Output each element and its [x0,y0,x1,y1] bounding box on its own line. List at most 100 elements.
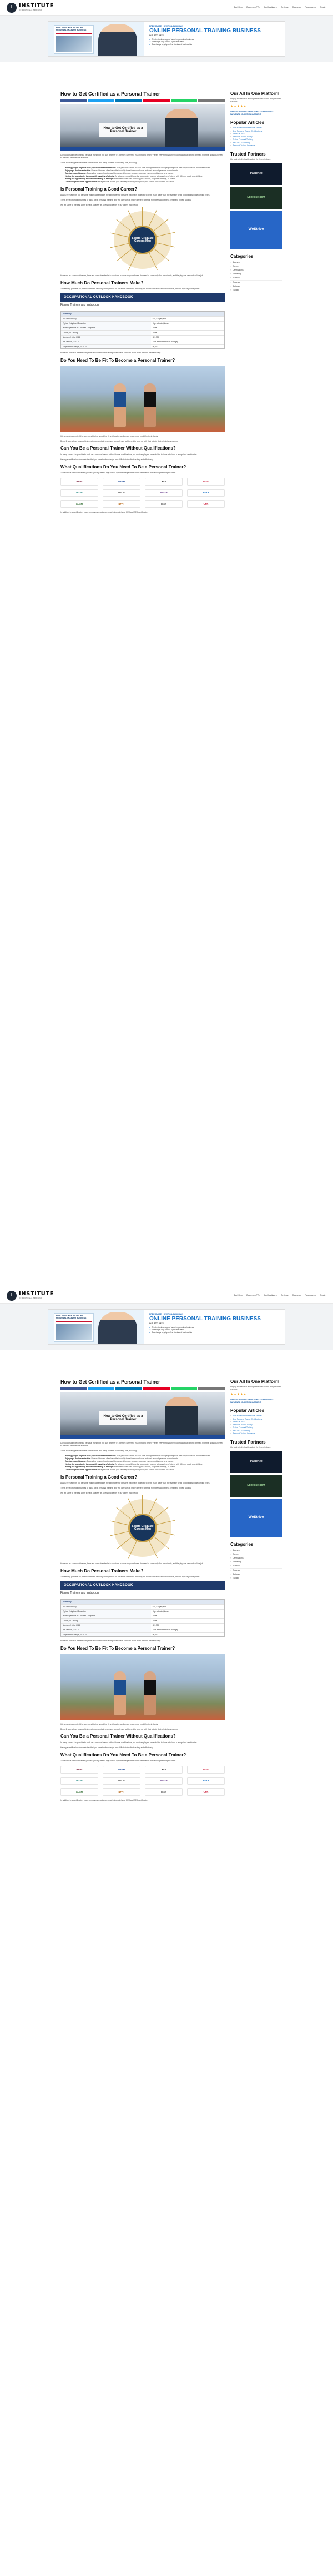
linkedin-share-button[interactable] [115,99,143,103]
site-header: I INSTITUTE OF PERSONAL TRAINING Start H… [0,1288,333,1304]
careers-map-label: Sports Graduate Careers Map [132,1524,154,1531]
whatsapp-share-button[interactable] [170,1387,198,1391]
facebook-share-button[interactable] [60,1387,87,1391]
category-link[interactable]: Training [230,288,282,292]
category-link[interactable]: Nutrition [230,276,282,281]
category-link[interactable]: Software [230,284,282,288]
ooh-row: Work Experience in a Related Occupation N… [61,1613,224,1619]
nav-item[interactable]: About ▾ [320,1294,326,1297]
nav-item[interactable]: Certifications ▾ [264,6,277,9]
nav-item[interactable]: Reviews [281,1294,289,1297]
popular-article-link[interactable]: Personal Trainer Insurance [230,144,282,148]
pinterest-share-button[interactable] [143,99,170,103]
banner-subtitle: IN JUST 7 DAYS [149,1322,164,1325]
guide-cover-title: HOW TO LAUNCH AN ONLINE PERSONAL TRAININ… [56,1315,87,1319]
certification-logo: NSCA [103,1776,140,1785]
partner-ad[interactable]: trainerize [230,162,282,185]
popular-article-link[interactable]: Personal Trainer Insurance [230,1432,282,1436]
certification-logo: ISSA [187,1765,225,1774]
category-link[interactable]: Marketing [230,1560,282,1565]
ooh-key: Number of Jobs, 2021 [61,335,151,340]
ooh-row: 2021 Median Pay $40,700 per year [61,1604,224,1609]
nav-item[interactable]: Certifications ▾ [264,1294,277,1297]
pinterest-share-button[interactable] [143,1387,170,1391]
benefit-bold: Helping people improve their physical he… [65,1455,117,1457]
nav-item[interactable]: Resources ▾ [305,6,316,9]
benefit-text: As a personal trainer, you will have the… [116,167,211,169]
section-heading: Can You Be a Personal Trainer Without Qu… [60,1734,176,1739]
category-link[interactable]: Reviews [230,281,282,284]
benefit-bold: Having the opportunity to work in a vari… [65,177,114,180]
ooh-key: Typical Entry-Level Education [61,321,151,326]
category-link[interactable]: Marketing [230,272,282,277]
nav-item[interactable]: About ▾ [320,6,326,9]
nav-item-label: Resources [305,1294,315,1297]
paragraph: As you've read from our personal trainer… [60,193,210,196]
ooh-value: 351,900 [152,336,159,339]
ooh-row: Employment Change, 2021-31 66,200 [61,344,224,349]
logo-name: INSTITUTE [19,1291,54,1297]
nav-item[interactable]: Become a PT ▾ [246,1294,260,1297]
partner-ad[interactable]: trainerize [230,1450,282,1473]
share-buttons [60,1387,225,1391]
ooh-row: Typical Entry-Level Education High school… [61,1609,224,1614]
nav-item-label: About [320,6,325,9]
sidebar-platform-points[interactable]: Website builder · Marketing · Scheduling… [230,1399,282,1404]
site-logo[interactable]: I INSTITUTE OF PERSONAL TRAINING [7,1290,54,1301]
site-logo[interactable]: I INSTITUTE OF PERSONAL TRAINING [7,2,54,13]
sidebar-platform-title: Our All In One Platform [230,91,280,96]
sidebar-platform-text: Helping thousands of fitness professiona… [230,1386,281,1391]
nav-item[interactable]: Become a PT ▾ [246,6,260,9]
nav-item[interactable]: Reviews [281,6,289,9]
category-link[interactable]: Training [230,1576,282,1580]
category-link[interactable]: Reviews [230,1569,282,1572]
paragraph: There are a lot of opportunities to find… [60,198,191,201]
page-viewport: I INSTITUTE OF PERSONAL TRAINING Start H… [0,1288,333,2576]
category-link[interactable]: Careers [230,264,282,269]
chevron-down-icon: ▾ [325,1294,326,1297]
section-heading: Do You Need To Be Fit To Become a Person… [60,358,175,363]
hero-bar [60,147,225,152]
promo-banner[interactable]: HOW TO LAUNCH AN ONLINE PERSONAL TRAININ… [48,21,285,57]
benefit-bold: Continuing education opportunities: [65,180,98,183]
linkedin-share-button[interactable] [115,1387,143,1391]
hero-image: How to Get Certified as a Personal Train… [60,1392,225,1440]
certification-logo: NASM [103,1765,140,1774]
nav-item[interactable]: Courses ▾ [292,6,301,9]
category-link[interactable]: Business [230,1549,282,1553]
promo-banner[interactable]: HOW TO LAUNCH AN ONLINE PERSONAL TRAININ… [48,1309,285,1345]
check-icon: ✔ [149,1331,151,1334]
twitter-share-button[interactable] [88,1387,115,1391]
ooh-key: Job Outlook, 2021-31 [61,340,151,345]
nav-item[interactable]: Start Here [234,1294,243,1297]
whatsapp-share-button[interactable] [170,99,198,103]
email-share-button[interactable] [198,1387,225,1391]
email-share-button[interactable] [198,99,225,103]
ooh-value: None [152,1619,157,1622]
nav-item-label: Reviews [280,1294,289,1297]
benefit-bold: Having the opportunity to work in a vari… [65,1465,114,1468]
category-link[interactable]: Careers [230,1552,282,1557]
partner-ad[interactable]: Exercise.com [230,186,282,209]
ooh-summary-heading: Summary [61,1599,224,1605]
category-link[interactable]: Software [230,1572,282,1576]
category-link[interactable]: Nutrition [230,1564,282,1569]
category-link[interactable]: Business [230,261,282,265]
facebook-share-button[interactable] [60,99,87,103]
sidebar-platform-points[interactable]: Website builder · Marketing · Scheduling… [230,111,282,116]
nav-item[interactable]: Resources ▾ [305,1294,316,1297]
article: How to Get Certified as a Personal Train… [60,91,225,516]
partner-ad[interactable]: WeStrive [230,210,282,249]
nav-item-label: Start Here [233,1294,243,1297]
category-link[interactable]: Certifications [230,268,282,273]
nav-item[interactable]: Courses ▾ [292,1294,301,1297]
intro-paragraph: There are many personal trainer certific… [60,1450,137,1452]
promo-banner-image: HOW TO LAUNCH AN ONLINE PERSONAL TRAININ… [48,22,144,56]
partner-ad[interactable]: Exercise.com [230,1474,282,1497]
twitter-share-button[interactable] [88,99,115,103]
ooh-key: Typical Entry-Level Education [61,1609,151,1614]
nav-item[interactable]: Start Here [234,6,243,9]
paragraph: There are a lot of opportunities to find… [60,1486,191,1489]
category-link[interactable]: Certifications [230,1556,282,1561]
partner-ad[interactable]: WeStrive [230,1498,282,1537]
